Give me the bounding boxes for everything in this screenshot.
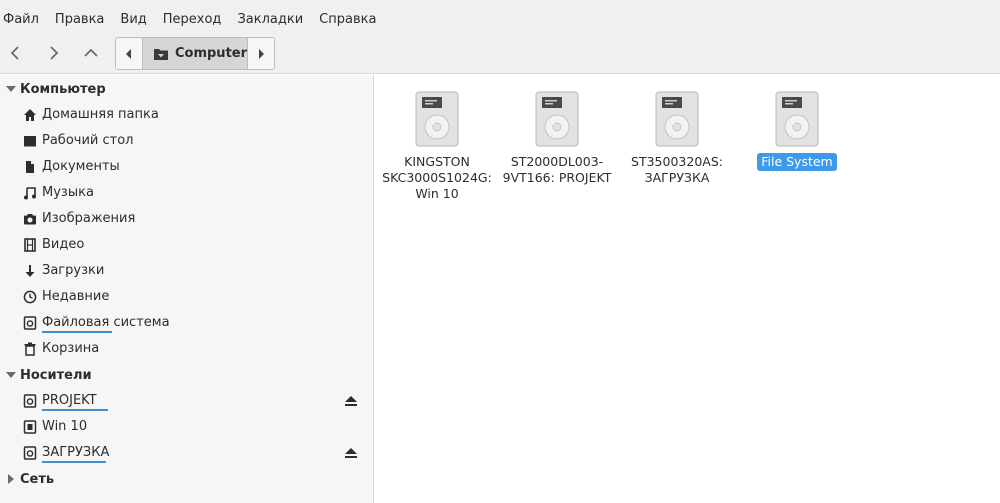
hard-drive-icon	[415, 91, 459, 147]
drive-label: KINGSTON SKC3000S1024G: Win 10	[382, 154, 492, 201]
drive-label: File System	[757, 153, 837, 171]
drive-icon	[23, 394, 37, 408]
path-bar: Computer	[115, 37, 275, 70]
trash-icon	[23, 342, 37, 356]
hard-drive-icon	[655, 91, 699, 147]
menu-help[interactable]: Справка	[316, 12, 379, 27]
disk-usage-bar	[42, 461, 106, 463]
sidebar-section-computer[interactable]: Компьютер	[0, 76, 374, 102]
sidebar-item-label: Win 10	[42, 419, 88, 434]
drive-icon	[23, 446, 37, 460]
sidebar-device-zagruzka[interactable]: ЗАГРУЗКА	[0, 440, 374, 466]
menu-edit[interactable]: Правка	[52, 12, 107, 27]
sidebar-item-pictures[interactable]: Изображения	[0, 206, 374, 232]
toolbar: Computer	[0, 34, 1000, 74]
sidebar-device-win10[interactable]: Win 10	[0, 414, 374, 440]
film-icon	[23, 238, 37, 252]
sidebar-item-filesystem[interactable]: Файловая система	[0, 310, 374, 336]
home-icon	[23, 108, 37, 122]
sidebar-section-label: Носители	[20, 367, 92, 383]
download-icon	[23, 264, 37, 278]
drive-item[interactable]: ST2000DL003-9VT166: PROJEKT	[497, 91, 617, 187]
path-scroll-right-button[interactable]	[248, 38, 274, 69]
eject-icon[interactable]	[344, 394, 358, 408]
path-crumb-label: Computer	[174, 46, 248, 61]
sidebar-item-music[interactable]: Музыка	[0, 180, 374, 206]
hard-drive-icon	[535, 91, 579, 147]
music-icon	[23, 186, 37, 200]
sidebar-item-label: Домашняя папка	[42, 107, 159, 122]
sidebar-item-label: PROJEKT	[42, 393, 97, 408]
disk-usage-bar	[42, 331, 112, 333]
chevron-up-icon	[84, 48, 98, 57]
file-view: KINGSTON SKC3000S1024G: Win 10 ST2000DL0…	[375, 75, 1000, 503]
sidebar-item-downloads[interactable]: Загрузки	[0, 258, 374, 284]
sidebar-item-label: Изображения	[42, 211, 136, 226]
document-icon	[23, 160, 37, 174]
chevron-left-icon	[10, 46, 19, 60]
sidebar-item-label: ЗАГРУЗКА	[42, 445, 110, 460]
camera-icon	[23, 212, 37, 226]
sidebar-item-trash[interactable]: Корзина	[0, 336, 374, 362]
menu-go[interactable]: Переход	[160, 12, 225, 27]
sidebar-section-network[interactable]: Сеть	[0, 466, 374, 492]
disk-usage-bar	[42, 409, 108, 411]
path-scroll-left-button[interactable]	[116, 38, 142, 69]
back-button[interactable]	[2, 38, 30, 68]
forward-button[interactable]	[39, 38, 67, 68]
desktop-icon	[23, 134, 37, 148]
clock-icon	[23, 290, 37, 304]
drive-label: ST3500320AS: ЗАГРУЗКА	[631, 154, 723, 185]
sidebar-item-home[interactable]: Домашняя папка	[0, 102, 374, 128]
menu-bookmarks[interactable]: Закладки	[234, 12, 306, 27]
drive-item[interactable]: KINGSTON SKC3000S1024G: Win 10	[377, 91, 497, 203]
expanded-triangle-icon	[2, 85, 20, 93]
sidebar-section-label: Компьютер	[20, 81, 106, 97]
chip-drive-icon	[23, 420, 37, 434]
menu-view[interactable]: Вид	[117, 12, 149, 27]
menu-bar: Файл Правка Вид Переход Закладки Справка	[0, 0, 1000, 38]
eject-icon[interactable]	[344, 446, 358, 460]
triangle-left-icon	[125, 48, 131, 59]
sidebar-section-label: Сеть	[20, 471, 55, 487]
menu-file[interactable]: Файл	[0, 12, 42, 27]
sidebar-item-label: Недавние	[42, 289, 110, 304]
sidebar-item-label: Рабочий стол	[42, 133, 134, 148]
drive-label: ST2000DL003-9VT166: PROJEKT	[502, 154, 612, 185]
expanded-triangle-icon	[2, 371, 20, 379]
sidebar-item-documents[interactable]: Документы	[0, 154, 374, 180]
collapsed-triangle-icon	[2, 474, 20, 484]
sidebar-section-devices[interactable]: Носители	[0, 362, 374, 388]
sidebar-item-label: Документы	[42, 159, 120, 174]
sidebar-item-videos[interactable]: Видео	[0, 232, 374, 258]
sidebar-item-label: Файловая система	[42, 315, 170, 330]
sidebar-device-projekt[interactable]: PROJEKT	[0, 388, 374, 414]
hard-drive-icon	[775, 91, 819, 147]
path-crumb-computer[interactable]: Computer	[141, 38, 249, 69]
sidebar-item-recent[interactable]: Недавние	[0, 284, 374, 310]
computer-folder-icon	[153, 47, 169, 61]
sidebar-item-label: Видео	[42, 237, 85, 252]
sidebar-item-label: Загрузки	[42, 263, 105, 278]
chevron-right-icon	[50, 46, 59, 60]
up-button[interactable]	[77, 38, 105, 68]
drive-icon	[23, 316, 37, 330]
sidebar: Компьютер Домашняя папка Рабочий стол До…	[0, 75, 374, 503]
drive-item[interactable]: ST3500320AS: ЗАГРУЗКА	[617, 91, 737, 187]
drive-item-selected[interactable]: File System	[737, 91, 857, 171]
triangle-right-icon	[259, 48, 264, 59]
sidebar-item-label: Корзина	[42, 341, 100, 356]
sidebar-item-label: Музыка	[42, 185, 94, 200]
sidebar-item-desktop[interactable]: Рабочий стол	[0, 128, 374, 154]
